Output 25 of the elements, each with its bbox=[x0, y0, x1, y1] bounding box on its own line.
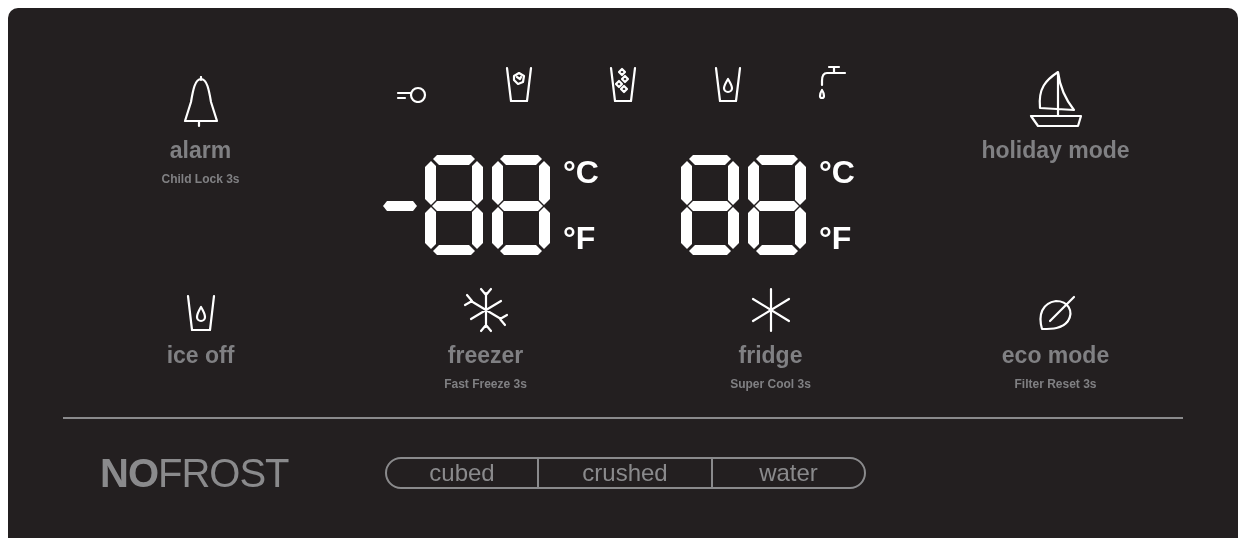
snowflake-icon bbox=[462, 287, 509, 333]
cup-with-cube-icon bbox=[503, 65, 534, 103]
button-label[interactable]: freezer bbox=[447, 341, 524, 369]
nofrost-logo: NOFROST bbox=[100, 450, 290, 497]
button-label[interactable]: fridge bbox=[738, 341, 803, 369]
cup-with-crushed-ice-icon bbox=[608, 65, 638, 103]
sailboat-icon bbox=[1027, 70, 1084, 128]
dispenser-option[interactable]: crushed bbox=[537, 459, 711, 487]
button-label[interactable]: ice off bbox=[166, 341, 235, 369]
dispenser-option[interactable]: water bbox=[711, 459, 864, 487]
unit-label: °C bbox=[818, 155, 855, 189]
key-icon bbox=[395, 85, 429, 103]
button-label[interactable]: holiday mode bbox=[981, 136, 1130, 164]
dispenser-option[interactable]: cubed bbox=[387, 459, 537, 487]
unit-label: °C bbox=[563, 155, 599, 189]
button-label[interactable]: eco mode bbox=[1001, 341, 1110, 369]
cup-with-drop-icon bbox=[712, 65, 743, 103]
cup-with-drop-icon bbox=[184, 293, 217, 333]
hold-hint: Filter Reset 3s bbox=[1014, 376, 1097, 393]
hold-hint: Child Lock 3s bbox=[161, 171, 240, 188]
unit-label: °F bbox=[563, 221, 597, 255]
button-label[interactable]: alarm bbox=[169, 136, 232, 164]
hold-hint: Super Cool 3s bbox=[730, 376, 811, 393]
unit-label: °F bbox=[818, 221, 853, 255]
hold-hint: Fast Freeze 3s bbox=[444, 376, 527, 393]
